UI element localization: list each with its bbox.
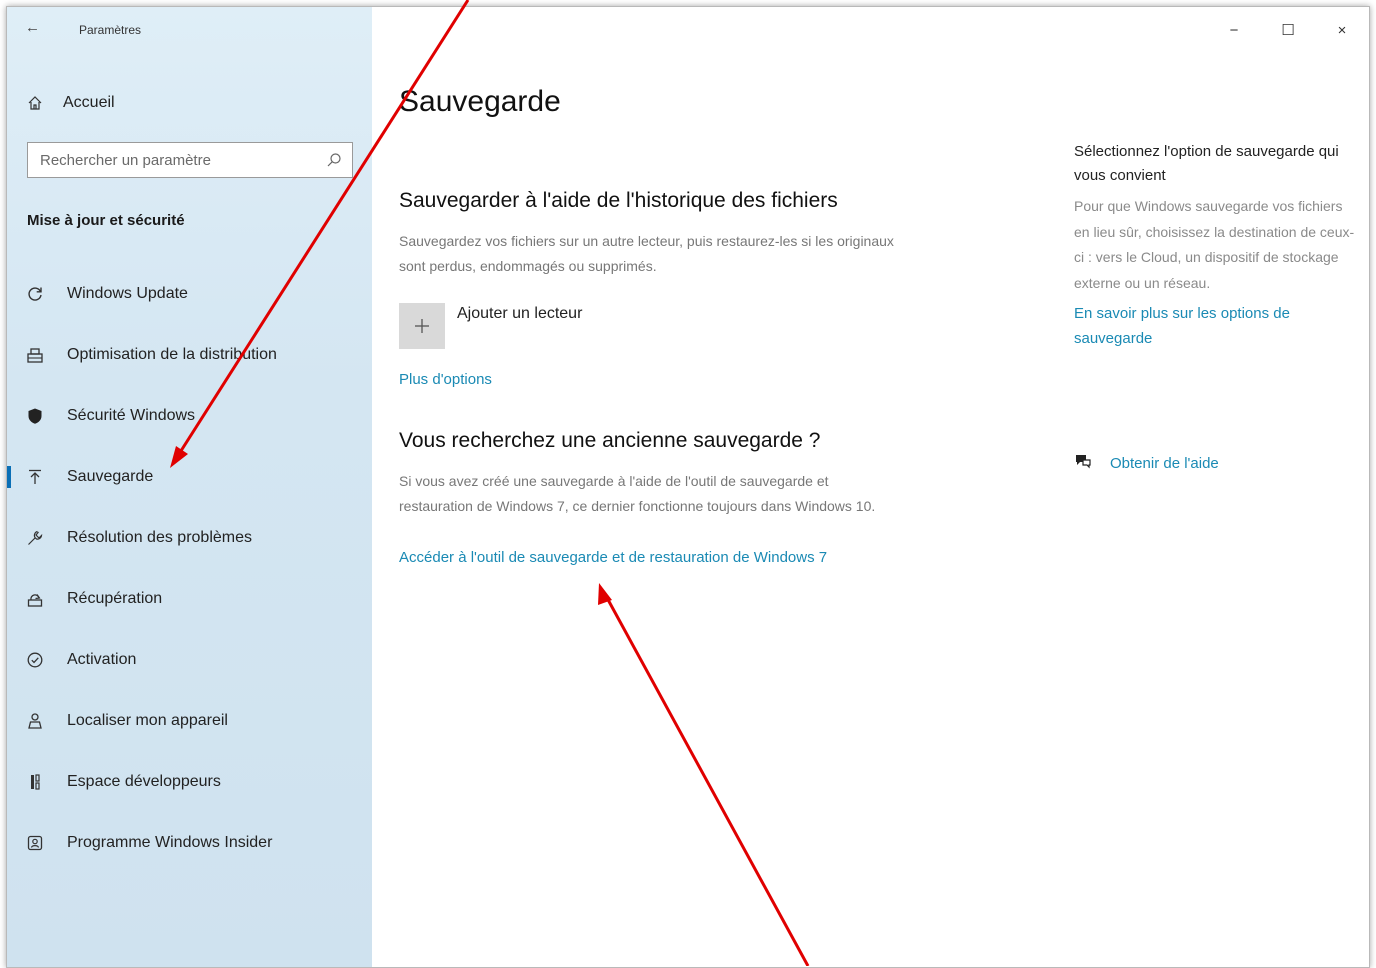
check-circle-icon [25,650,45,670]
sidebar-item-delivery-optimization[interactable]: Optimisation de la distribution [7,324,372,385]
close-button[interactable]: × [1315,7,1369,53]
sidebar-item-developers[interactable]: Espace développeurs [7,751,372,812]
right-panel-description: Pour que Windows sauvegarde vos fichiers… [1074,198,1355,291]
sidebar-item-troubleshoot[interactable]: Résolution des problèmes [7,507,372,568]
maximize-button[interactable]: ☐ [1261,7,1315,53]
add-drive-label: Ajouter un lecteur [457,305,583,322]
insider-icon [25,833,45,853]
related-settings-panel: Sélectionnez l'option de sauvegarde qui … [1074,140,1359,351]
refresh-icon [25,284,45,304]
sidebar-item-windows-update[interactable]: Windows Update [7,263,372,324]
sidebar-item-label: Localiser mon appareil [67,711,228,729]
sidebar: ← Paramètres Accueil Mise à jour et sécu… [7,7,372,967]
old-backup-heading: Vous recherchez une ancienne sauvegarde … [399,429,821,452]
sidebar-item-activation[interactable]: Activation [7,629,372,690]
home-link[interactable]: Accueil [25,93,115,113]
main-content: − ☐ × Sauvegarde Sauvegarder à l'aide de… [372,7,1369,967]
title-bar: ← Paramètres [7,7,372,53]
old-backup-description: Si vous avez créé une sauvegarde à l'aid… [399,473,876,514]
search-input[interactable] [28,143,320,177]
get-help-link[interactable]: Obtenir de l'aide [1074,453,1219,474]
app-title: Paramètres [79,23,142,37]
search-icon[interactable] [326,152,342,173]
get-help-label: Obtenir de l'aide [1110,455,1219,472]
sidebar-nav: Windows Update Optimisation de la distri… [7,263,372,873]
right-panel-title: Sélectionnez l'option de sauvegarde qui … [1074,143,1339,184]
add-drive-button[interactable]: Ajouter un lecteur [399,303,582,349]
sidebar-item-recovery[interactable]: Récupération [7,568,372,629]
file-history-description: Sauvegardez vos fichiers sur un autre le… [399,233,894,274]
learn-more-link[interactable]: En savoir plus sur les options de sauveg… [1074,301,1359,351]
section-title: Mise à jour et sécurité [27,212,185,229]
back-arrow-icon[interactable]: ← [25,19,40,36]
sidebar-item-label: Espace développeurs [67,772,221,790]
sidebar-item-label: Sécurité Windows [67,406,196,424]
sidebar-item-label: Optimisation de la distribution [67,345,277,363]
home-label: Accueil [63,94,115,111]
backup-arrow-icon [25,467,45,487]
sidebar-item-label: Windows Update [67,284,188,302]
file-history-heading: Sauvegarder à l'aide de l'historique des… [399,189,838,212]
person-pin-icon [25,711,45,731]
window-controls: − ☐ × [1207,7,1369,53]
plus-icon [399,303,445,349]
sidebar-item-windows-insider[interactable]: Programme Windows Insider [7,812,372,873]
developer-icon [25,772,45,792]
windows7-backup-link[interactable]: Accéder à l'outil de sauvegarde et de re… [399,549,827,566]
sidebar-item-find-my-device[interactable]: Localiser mon appareil [7,690,372,751]
sidebar-item-label: Sauvegarde [67,467,154,485]
sidebar-item-windows-security[interactable]: Sécurité Windows [7,385,372,446]
delivery-icon [25,345,45,365]
sidebar-item-label: Activation [67,650,137,668]
sidebar-item-label: Récupération [67,589,163,607]
page-title: Sauvegarde [399,85,561,118]
more-options-link[interactable]: Plus d'options [399,371,492,388]
settings-window: ← Paramètres Accueil Mise à jour et sécu… [6,6,1370,968]
wrench-icon [25,528,45,548]
sidebar-item-label: Programme Windows Insider [67,833,273,851]
recovery-icon [25,589,45,609]
chat-help-icon [1074,453,1092,474]
minimize-button[interactable]: − [1207,7,1261,53]
sidebar-item-label: Résolution des problèmes [67,528,252,546]
sidebar-item-backup[interactable]: Sauvegarde [7,446,372,507]
search-box [27,142,353,178]
shield-icon [25,406,45,426]
home-icon [25,93,45,113]
